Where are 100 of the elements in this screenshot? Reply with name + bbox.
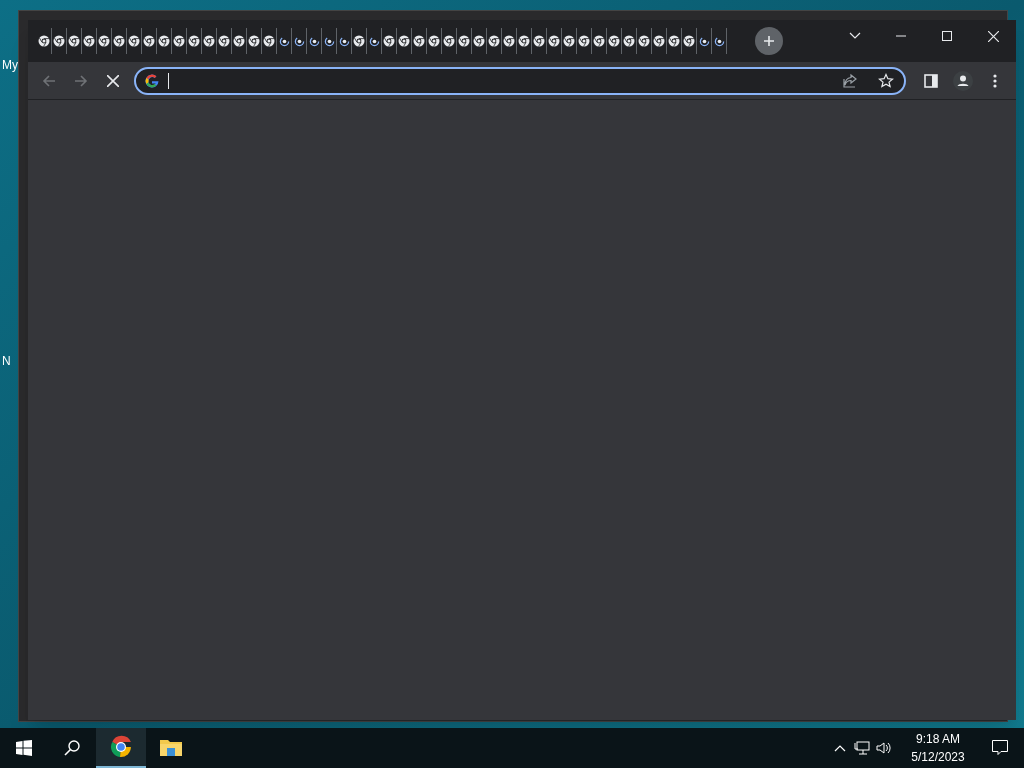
browser-tab[interactable]	[322, 28, 337, 54]
chrome-logo-icon	[143, 35, 155, 47]
loading-icon	[338, 35, 350, 47]
chrome-logo-icon	[68, 35, 80, 47]
chrome-logo-icon	[383, 35, 395, 47]
windows-logo-icon	[16, 740, 32, 756]
close-icon	[987, 30, 999, 42]
chrome-logo-icon	[413, 35, 425, 47]
browser-tab[interactable]	[292, 28, 307, 54]
browser-tab[interactable]	[577, 28, 592, 54]
chrome-logo-icon	[53, 35, 65, 47]
network-icon	[854, 741, 870, 755]
browser-tab[interactable]	[667, 28, 682, 54]
chrome-logo-icon	[563, 35, 575, 47]
browser-tab[interactable]	[427, 28, 442, 54]
browser-tab[interactable]	[37, 28, 52, 54]
chevron-down-icon	[849, 32, 861, 40]
browser-tab[interactable]	[67, 28, 82, 54]
browser-tab[interactable]	[337, 28, 352, 54]
more-vertical-icon	[993, 73, 997, 88]
browser-tab[interactable]	[472, 28, 487, 54]
browser-tab[interactable]	[382, 28, 397, 54]
browser-tab[interactable]	[217, 28, 232, 54]
chrome-logo-icon	[203, 35, 215, 47]
plus-icon	[763, 35, 775, 47]
browser-tab[interactable]	[277, 28, 292, 54]
browser-tab[interactable]	[112, 28, 127, 54]
browser-tab[interactable]	[187, 28, 202, 54]
chrome-logo-icon	[488, 35, 500, 47]
desktop-icon-label: N	[2, 354, 11, 368]
browser-tab[interactable]	[157, 28, 172, 54]
browser-tab[interactable]	[457, 28, 472, 54]
chrome-logo-icon	[248, 35, 260, 47]
browser-tab[interactable]	[502, 28, 517, 54]
browser-tab[interactable]	[562, 28, 577, 54]
side-panel-icon	[924, 73, 938, 88]
browser-tab[interactable]	[682, 28, 697, 54]
speech-bubble-icon	[992, 740, 1008, 756]
close-icon	[107, 74, 119, 87]
chrome-logo-icon	[473, 35, 485, 47]
chrome-logo-icon	[593, 35, 605, 47]
search-icon	[64, 740, 80, 756]
chrome-taskbar-button[interactable]	[96, 728, 146, 768]
loading-icon	[698, 35, 710, 47]
person-icon	[953, 70, 973, 91]
address-bar[interactable]	[134, 66, 906, 95]
browser-tab[interactable]	[442, 28, 457, 54]
browser-tab[interactable]	[607, 28, 622, 54]
chrome-logo-icon	[398, 35, 410, 47]
back-arrow-icon	[41, 72, 57, 89]
browser-tab[interactable]	[367, 28, 382, 54]
speaker-icon	[876, 741, 892, 755]
g-logo-icon	[144, 72, 160, 89]
browser-tab[interactable]	[622, 28, 637, 54]
browser-tab[interactable]	[712, 28, 727, 54]
browser-tab[interactable]	[412, 28, 427, 54]
browser-tab[interactable]	[232, 28, 247, 54]
browser-tab[interactable]	[637, 28, 652, 54]
browser-tab[interactable]	[397, 28, 412, 54]
forward-arrow-icon	[73, 72, 89, 89]
chrome-logo-icon	[443, 35, 455, 47]
loading-icon	[713, 35, 725, 47]
browser-tab[interactable]	[202, 28, 217, 54]
browser-tab[interactable]	[517, 28, 532, 54]
browser-tab[interactable]	[247, 28, 262, 54]
chrome-logo-icon	[113, 35, 125, 47]
chrome-logo-icon	[548, 35, 560, 47]
chrome-logo-icon	[683, 35, 695, 47]
text-cursor	[168, 72, 169, 89]
chrome-logo-icon	[218, 35, 230, 47]
chrome-logo-icon	[533, 35, 545, 47]
new-tab-button[interactable]	[755, 27, 783, 55]
chrome-logo-icon	[109, 735, 133, 759]
loading-icon	[323, 35, 335, 47]
browser-tab[interactable]	[352, 28, 367, 54]
clock-date: 5/12/2023	[911, 749, 965, 766]
browser-tab[interactable]	[652, 28, 667, 54]
browser-tab[interactable]	[127, 28, 142, 54]
chrome-logo-icon	[83, 35, 95, 47]
chrome-logo-icon	[428, 35, 440, 47]
loading-icon	[308, 35, 320, 47]
loading-icon	[278, 35, 290, 47]
chrome-logo-icon	[128, 35, 140, 47]
browser-tab[interactable]	[697, 28, 712, 54]
browser-tab[interactable]	[172, 28, 187, 54]
browser-tab[interactable]	[97, 28, 112, 54]
browser-tab[interactable]	[52, 28, 67, 54]
chrome-logo-icon	[188, 35, 200, 47]
browser-tab[interactable]	[142, 28, 157, 54]
chrome-logo-icon	[653, 35, 665, 47]
browser-tab[interactable]	[307, 28, 322, 54]
chrome-logo-icon	[623, 35, 635, 47]
chrome-logo-icon	[638, 35, 650, 47]
browser-tab[interactable]	[532, 28, 547, 54]
browser-tab[interactable]	[547, 28, 562, 54]
browser-tab[interactable]	[262, 28, 277, 54]
browser-tab[interactable]	[487, 28, 502, 54]
browser-tab[interactable]	[592, 28, 607, 54]
browser-tab[interactable]	[82, 28, 97, 54]
chrome-logo-icon	[173, 35, 185, 47]
